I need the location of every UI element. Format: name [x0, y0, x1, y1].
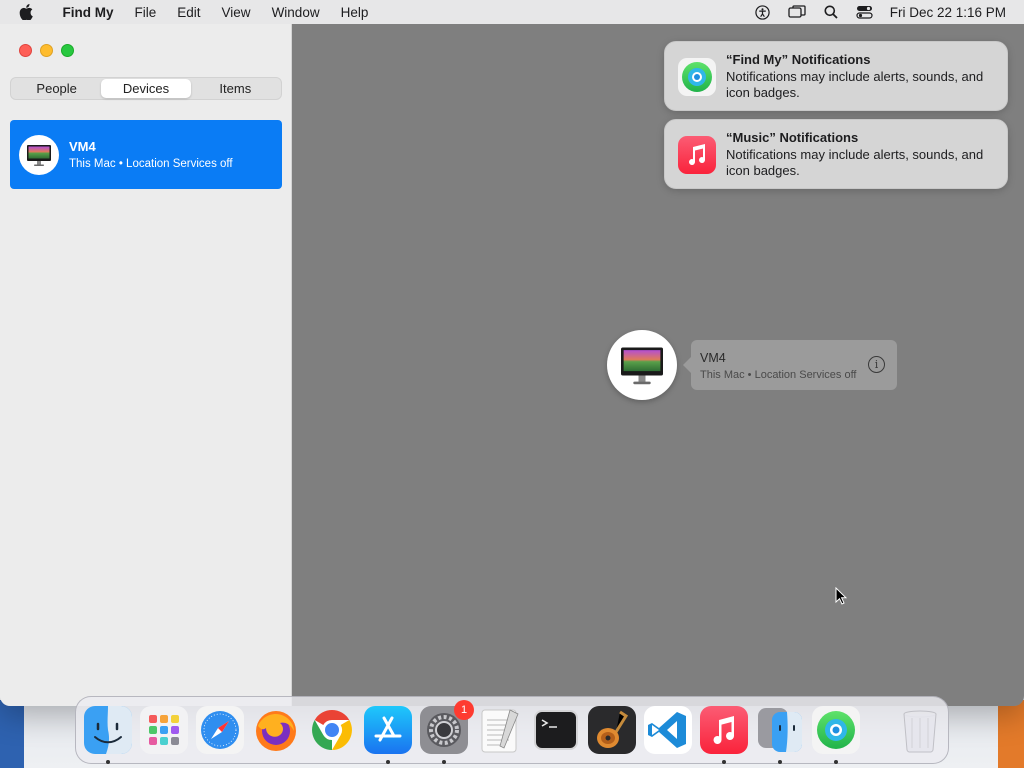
running-indicator — [834, 760, 838, 764]
wallpaper-edge-left — [0, 700, 24, 768]
sidebar: People Devices Items VM4 This Mac • Loca… — [0, 24, 292, 706]
safari-icon[interactable] — [196, 706, 244, 754]
tab-bar: People Devices Items — [10, 77, 282, 100]
menu-help[interactable]: Help — [330, 5, 379, 20]
close-button[interactable] — [19, 44, 32, 57]
mouse-cursor-icon — [835, 586, 848, 610]
window-controls — [19, 44, 74, 57]
device-name: VM4 — [69, 139, 96, 154]
device-map-pin[interactable] — [607, 330, 677, 400]
tab-devices[interactable]: Devices — [101, 79, 191, 98]
music-app-icon[interactable] — [700, 706, 748, 764]
app-menu[interactable]: Find My — [52, 5, 124, 20]
running-indicator — [442, 760, 446, 764]
running-indicator — [386, 760, 390, 764]
launchpad-icon[interactable] — [140, 706, 188, 754]
device-subtitle: This Mac • Location Services off — [69, 158, 233, 170]
spotlight-icon[interactable] — [814, 5, 848, 19]
running-indicator — [778, 760, 782, 764]
running-indicator — [722, 760, 726, 764]
accessibility-icon[interactable] — [746, 4, 780, 20]
callout-device-name: VM4 — [700, 351, 726, 365]
tab-items[interactable]: Items — [191, 79, 280, 98]
zoom-button[interactable] — [61, 44, 74, 57]
notification-title: “Music” Notifications — [726, 130, 859, 145]
wallpaper-edge-right — [998, 700, 1024, 768]
notification-body: Notifications may include alerts, sounds… — [726, 69, 984, 100]
notification-badge: 1 — [454, 700, 474, 720]
find-my-icon — [678, 58, 716, 96]
finder-icon[interactable] — [84, 706, 132, 764]
callout-device-subtitle: This Mac • Location Services off — [700, 369, 857, 381]
notification-find-my[interactable]: “Find My” Notifications Notifications ma… — [664, 41, 1008, 111]
menu-bar: Find My File Edit View Window Help Fri D… — [0, 0, 1024, 24]
notification-title: “Find My” Notifications — [726, 52, 871, 67]
chrome-icon[interactable] — [308, 706, 356, 754]
apple-menu-icon[interactable] — [0, 4, 52, 20]
find-my-app-icon[interactable] — [812, 706, 860, 764]
menu-view[interactable]: View — [211, 5, 261, 20]
system-settings-icon[interactable]: 1 — [420, 700, 474, 764]
migration-assistant-icon[interactable] — [756, 706, 804, 764]
control-center-icon[interactable] — [848, 5, 882, 19]
notification-body: Notifications may include alerts, sounds… — [726, 147, 984, 178]
menu-file[interactable]: File — [124, 5, 167, 20]
firefox-icon[interactable] — [252, 706, 300, 754]
menu-edit[interactable]: Edit — [167, 5, 211, 20]
music-icon — [678, 136, 716, 174]
menu-clock[interactable]: Fri Dec 22 1:16 PM — [890, 5, 1006, 20]
notification-music[interactable]: “Music” Notifications Notifications may … — [664, 119, 1008, 189]
trash-icon[interactable] — [896, 706, 944, 754]
minimize-button[interactable] — [40, 44, 53, 57]
app-store-icon[interactable] — [364, 706, 412, 764]
info-icon[interactable]: i — [868, 356, 885, 373]
screen-mirroring-icon[interactable] — [780, 5, 814, 19]
device-list-item[interactable]: VM4 This Mac • Location Services off — [10, 120, 282, 189]
menu-window[interactable]: Window — [261, 5, 330, 20]
running-indicator — [106, 760, 110, 764]
textedit-icon[interactable] — [476, 706, 524, 754]
terminal-icon[interactable] — [532, 706, 580, 754]
vscode-icon[interactable] — [644, 706, 692, 754]
device-callout[interactable]: VM4 This Mac • Location Services off i — [683, 340, 897, 390]
imac-icon — [19, 134, 59, 175]
garageband-icon[interactable] — [588, 706, 636, 754]
dock: 1 — [75, 696, 949, 764]
tab-people[interactable]: People — [12, 79, 101, 98]
